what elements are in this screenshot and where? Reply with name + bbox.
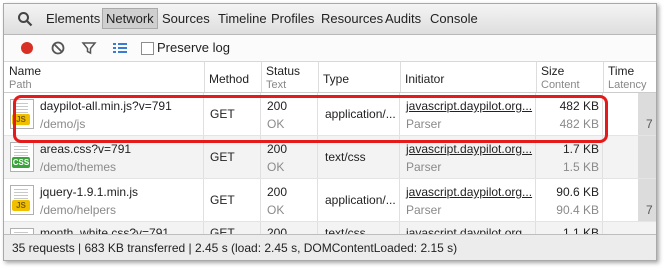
initiator-type: Parser — [406, 203, 442, 217]
search-icon[interactable] — [17, 11, 33, 27]
request-content-size: 1.5 KB — [562, 160, 599, 174]
request-path: /demo/helpers — [40, 203, 117, 217]
initiator-type: Parser — [406, 160, 442, 174]
request-status-text: OK — [267, 160, 285, 174]
initiator-link[interactable]: javascript.daypilot.org... — [406, 142, 532, 156]
column-header-name[interactable]: Name Path — [4, 62, 205, 92]
column-header-status[interactable]: Status Text — [261, 62, 319, 92]
column-header-time[interactable]: Time Latency — [603, 62, 656, 92]
request-status: 200 — [267, 142, 288, 156]
request-time: 7 — [646, 117, 653, 131]
column-header-type[interactable]: Type — [318, 62, 401, 92]
network-status-bar: 35 requests | 683 KB transferred | 2.45 … — [4, 234, 656, 260]
tab-console[interactable]: Console — [427, 9, 481, 28]
css-file-icon: CSS — [10, 142, 34, 172]
request-status: 200 — [267, 185, 288, 199]
request-status-text: OK — [267, 203, 285, 217]
filter-icon[interactable] — [81, 40, 97, 56]
tab-timeline[interactable]: Timeline — [215, 9, 270, 28]
devtools-tab-bar: Elements Network Sources Timeline Profil… — [4, 4, 656, 35]
tab-profiles[interactable]: Profiles — [268, 9, 317, 28]
request-method: GET — [210, 150, 235, 164]
tab-elements[interactable]: Elements — [43, 9, 103, 28]
highlight-annotation — [13, 95, 608, 143]
tab-network[interactable]: Network — [102, 8, 158, 29]
js-file-icon: JS — [10, 185, 34, 215]
request-size: 90.6 KB — [556, 185, 599, 199]
request-size: 1.7 KB — [562, 142, 599, 156]
column-header-size[interactable]: Size Content — [536, 62, 604, 92]
column-header-initiator[interactable]: Initiator — [400, 62, 537, 92]
clear-icon[interactable] — [50, 40, 66, 56]
network-toolbar: Preserve log — [4, 35, 656, 62]
preserve-log-label: Preserve log — [157, 40, 230, 55]
tab-audits[interactable]: Audits — [382, 9, 424, 28]
network-summary: 35 requests | 683 KB transferred | 2.45 … — [12, 241, 458, 255]
table-row[interactable]: JS jquery-1.9.1.min.js /demo/helpers GET… — [4, 179, 656, 222]
request-time: 7 — [646, 203, 653, 217]
devtools-window: Elements Network Sources Timeline Profil… — [3, 3, 657, 261]
list-view-icon[interactable] — [112, 40, 128, 56]
initiator-link[interactable]: javascript.daypilot.org... — [406, 185, 532, 199]
request-type: text/css — [325, 150, 366, 164]
tab-resources[interactable]: Resources — [318, 9, 386, 28]
request-name: jquery-1.9.1.min.js — [40, 185, 139, 199]
request-content-size: 90.4 KB — [556, 203, 599, 217]
request-method: GET — [210, 193, 235, 207]
request-name: areas.css?v=791 — [40, 142, 132, 156]
request-type: application/... — [325, 193, 396, 207]
tab-sources[interactable]: Sources — [159, 9, 213, 28]
request-path: /demo/themes — [40, 160, 117, 174]
record-icon[interactable] — [19, 40, 35, 56]
column-header-method[interactable]: Method — [204, 62, 262, 92]
preserve-log-checkbox[interactable] — [141, 42, 154, 55]
